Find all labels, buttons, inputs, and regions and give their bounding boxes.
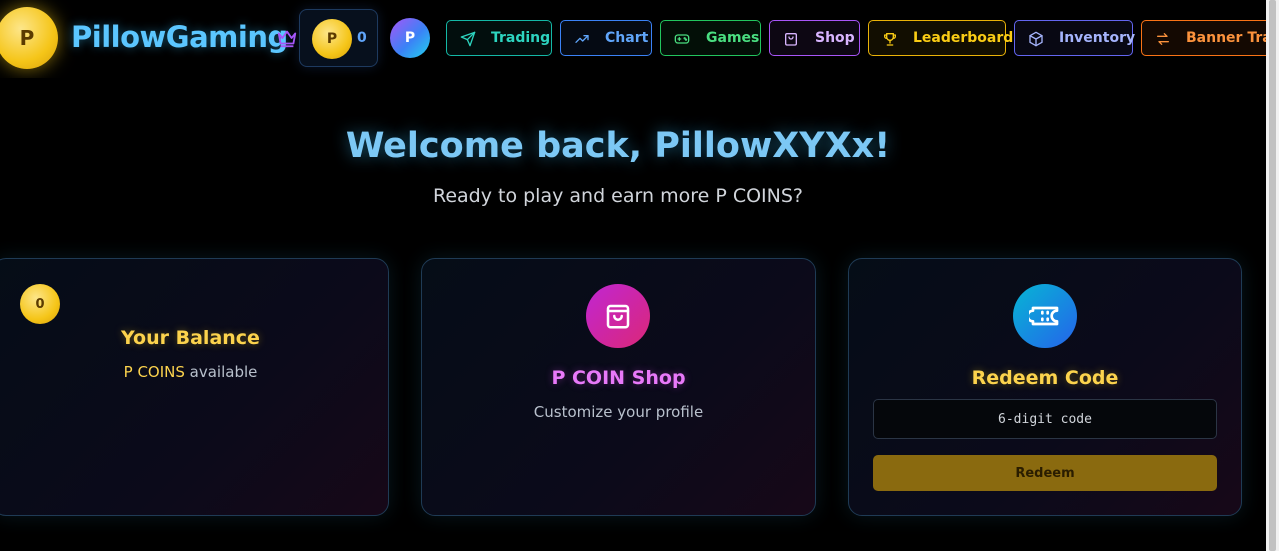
coin-icon: 0 [20, 284, 60, 324]
send-icon [460, 31, 476, 47]
coin-icon: P [312, 19, 352, 59]
trending-up-icon [575, 35, 589, 43]
redeem-card: Redeem Code Redeem [848, 258, 1242, 516]
balance-card-title: Your Balance [121, 327, 260, 349]
nav-leaderboard-label: Leaderboard [913, 30, 1014, 46]
shopping-bag-icon [586, 284, 650, 348]
welcome-title: Welcome back, PillowXYXx! [345, 126, 891, 166]
nav-games-button[interactable]: Games [660, 20, 761, 56]
balance-pill[interactable]: P 0 [299, 9, 378, 67]
gamepad-icon [674, 34, 690, 44]
nav-banner-trading-label: Banner Tradi [1186, 30, 1266, 46]
nav-shop-button[interactable]: Shop [769, 20, 860, 56]
trophy-icon [884, 33, 896, 46]
balance-amount: 0 [357, 30, 367, 46]
top-nav: P PillowGaming P 0 P Trading Chart Games… [0, 0, 1266, 78]
nav-banner-trading-button[interactable]: Banner Tradi [1141, 20, 1266, 56]
nav-trading-button[interactable]: Trading [446, 20, 552, 56]
logo-coin-icon[interactable]: P [0, 7, 58, 69]
nav-games-label: Games [706, 30, 760, 46]
balance-card: 0 Your Balance P COINS available [0, 258, 389, 516]
nav-trading-label: Trading [491, 30, 551, 46]
redeem-button[interactable]: Redeem [873, 455, 1217, 491]
box-icon [1029, 31, 1043, 47]
brand-name[interactable]: PillowGaming [71, 20, 288, 54]
nav-inventory-label: Inventory [1059, 30, 1136, 46]
shop-card[interactable]: P COIN Shop Customize your profile [421, 258, 816, 516]
shop-card-title: P COIN Shop [551, 367, 686, 389]
balance-card-text: P COINS available [0, 363, 388, 381]
nav-inventory-button[interactable]: Inventory [1014, 20, 1136, 56]
balance-card-value: 0 [35, 296, 45, 312]
currency-label: P COINS [123, 363, 185, 381]
available-label: available [184, 363, 258, 381]
ticket-icon [1013, 284, 1077, 348]
welcome-subtitle: Ready to play and earn more P COINS? [432, 185, 804, 207]
shop-card-text: Customize your profile [533, 403, 704, 421]
crown-icon [277, 30, 297, 48]
nav-chart-label: Chart [605, 30, 649, 46]
avatar[interactable]: P [390, 18, 430, 58]
nav-chart-button[interactable]: Chart [560, 20, 652, 56]
scrollbar-thumb[interactable] [1269, 0, 1276, 551]
nav-shop-label: Shop [815, 30, 855, 46]
shopping-bag-icon [785, 32, 797, 46]
nav-leaderboard-button[interactable]: Leaderboard [868, 20, 1013, 56]
redeem-card-title: Redeem Code [971, 367, 1119, 389]
redeem-code-input[interactable] [873, 399, 1217, 439]
scrollbar[interactable] [1266, 0, 1279, 551]
swap-icon [1157, 33, 1169, 45]
